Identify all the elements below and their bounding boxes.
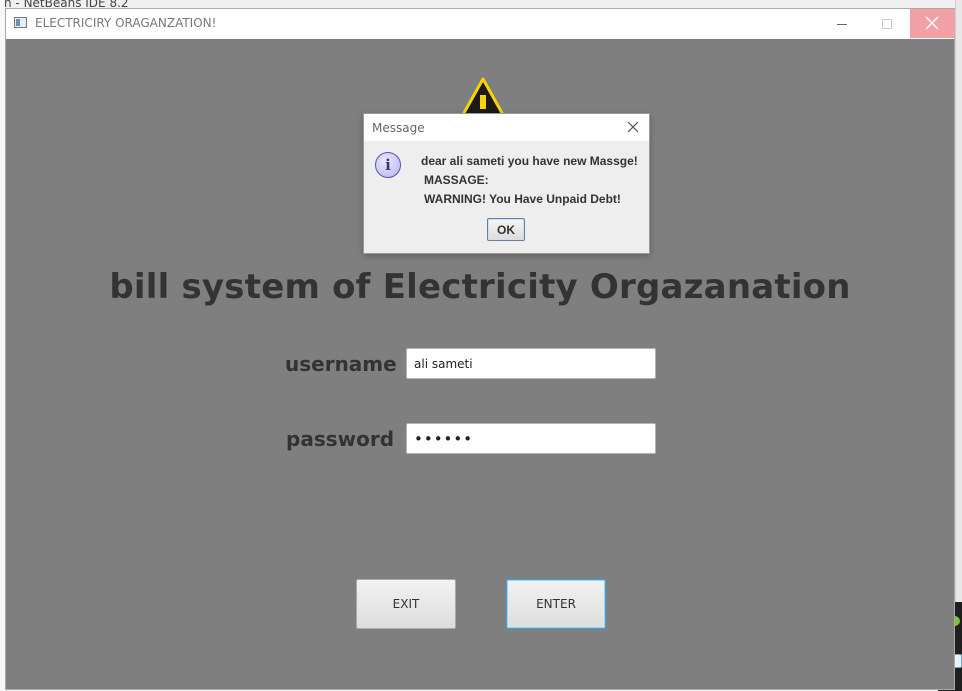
ok-button[interactable]: OK (487, 218, 525, 241)
close-icon (925, 16, 939, 30)
dialog-message-line: MASSAGE: (424, 173, 489, 187)
maximize-button[interactable] (877, 13, 897, 35)
minimize-button[interactable] (832, 13, 852, 35)
window-title: ELECTRICIRY ORAGANZATION! (35, 16, 217, 30)
dialog-close-icon[interactable] (626, 120, 640, 134)
app-window: ELECTRICIRY ORAGANZATION! bill system of… (5, 8, 955, 690)
dialog-titlebar[interactable]: Message (364, 114, 649, 141)
message-dialog: Message i dear ali sameti you have new M… (363, 113, 650, 254)
enter-button[interactable]: ENTER (506, 579, 606, 629)
window-titlebar[interactable]: ELECTRICIRY ORAGANZATION! (6, 9, 955, 39)
info-icon: i (375, 152, 401, 178)
background-right-edge (955, 0, 962, 691)
warning-triangle-icon (460, 77, 506, 117)
exit-button[interactable]: EXIT (356, 579, 456, 629)
username-input[interactable] (406, 348, 656, 379)
app-window-icon (14, 17, 27, 28)
dialog-message-line: dear ali sameti you have new Massge! (421, 154, 638, 168)
password-label: password (286, 427, 395, 451)
page-title: bill system of Electricity Orgazanation (109, 267, 851, 307)
password-input[interactable] (406, 423, 656, 454)
dialog-message-line: WARNING! You Have Unpaid Debt! (424, 192, 621, 206)
username-label: username (285, 352, 397, 376)
window-close-button[interactable] (910, 9, 955, 38)
dialog-title: Message (372, 121, 425, 135)
